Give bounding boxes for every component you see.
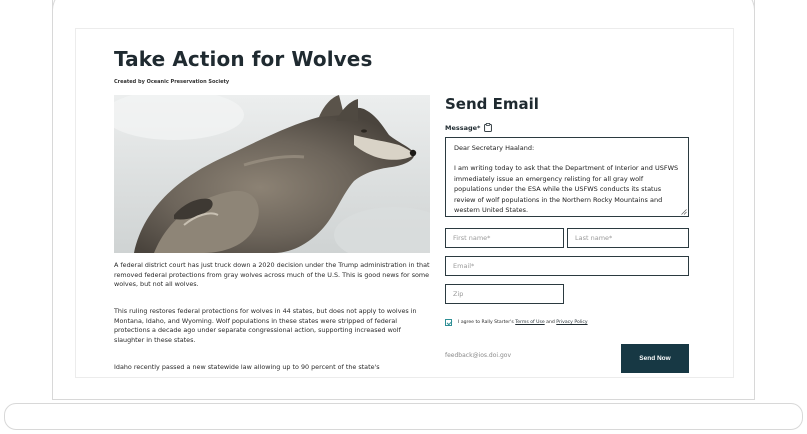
message-label-text: Message* bbox=[445, 123, 481, 132]
zip-field[interactable]: Zip bbox=[445, 284, 564, 304]
message-body: I am writing today to ask that the Depar… bbox=[454, 164, 679, 215]
wolf-photo bbox=[114, 95, 430, 253]
send-now-button[interactable]: Send Now bbox=[621, 344, 689, 373]
consent-checkbox[interactable] bbox=[445, 319, 452, 326]
resize-handle-icon[interactable] bbox=[681, 209, 687, 215]
message-label: Message* bbox=[445, 123, 493, 132]
screen: Take Action for Wolves Created by Oceani… bbox=[75, 28, 734, 378]
page-title: Take Action for Wolves bbox=[114, 47, 373, 71]
clipboard-icon[interactable] bbox=[484, 123, 493, 132]
send-email-heading: Send Email bbox=[445, 95, 539, 113]
body-paragraph-2: This ruling restores federal protections… bbox=[114, 307, 417, 344]
message-textarea[interactable]: Dear Secretary Haaland: I am writing tod… bbox=[445, 137, 689, 217]
privacy-link[interactable]: Privacy Policy bbox=[556, 320, 587, 325]
message-greeting: Dear Secretary Haaland: bbox=[454, 144, 535, 152]
wolf-illustration bbox=[114, 95, 430, 253]
creator-credit: Created by Oceanic Preservation Society bbox=[114, 79, 230, 85]
laptop-base bbox=[4, 403, 803, 430]
first-name-field[interactable]: First name* bbox=[445, 228, 564, 248]
email-field[interactable]: Email* bbox=[445, 256, 689, 276]
terms-link[interactable]: Terms of Use bbox=[515, 320, 544, 325]
consent-and: and bbox=[544, 320, 557, 325]
last-name-field[interactable]: Last name* bbox=[567, 228, 689, 248]
body-paragraph-3: Idaho recently passed a new statewide la… bbox=[114, 363, 380, 371]
consent-row: I agree to Rally Starter's Terms of Use … bbox=[445, 319, 588, 326]
consent-text: I agree to Rally Starter's Terms of Use … bbox=[458, 320, 588, 325]
consent-prefix: I agree to Rally Starter's bbox=[458, 320, 516, 325]
recipient-email: feedback@ios.doi.gov bbox=[445, 352, 512, 359]
body-paragraph-1: A federal district court has just truck … bbox=[114, 261, 430, 289]
